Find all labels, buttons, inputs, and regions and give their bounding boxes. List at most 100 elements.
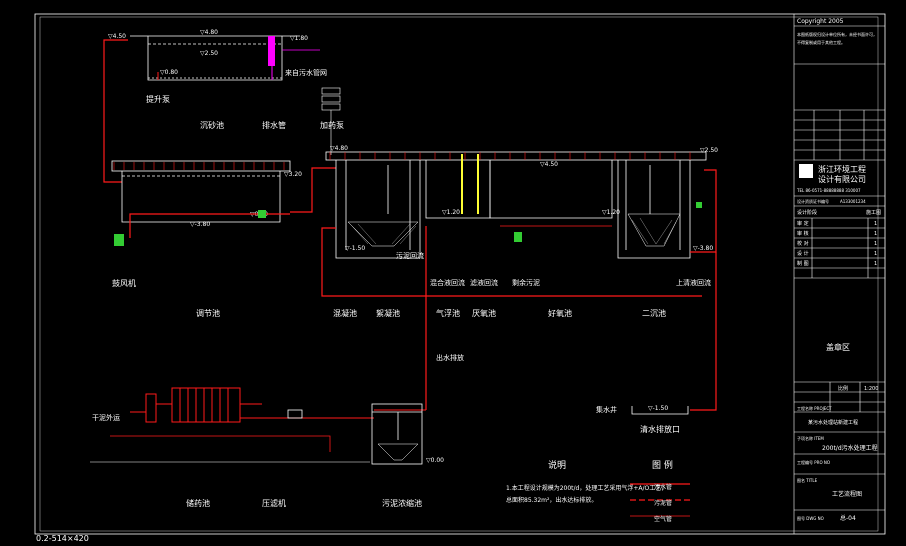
signer-role: 校 对 — [797, 240, 809, 247]
unit-label: 絮凝池 — [376, 308, 400, 318]
copyright: Copyright 2005 — [797, 18, 844, 25]
elev-label: ▽-1.50 — [345, 245, 365, 252]
unit-label: 污泥浓缩池 — [382, 498, 422, 508]
hopper-hatch — [627, 213, 681, 247]
elev-label: ▽1.20 — [442, 209, 460, 216]
cert-label: 设计资质证书编号 — [797, 198, 829, 204]
main-treatment-tank — [325, 151, 707, 259]
title-block — [793, 14, 885, 534]
sludge-pipe — [690, 169, 717, 253]
drawing-title: 工艺流程图 — [832, 490, 862, 498]
notes-line: 1.本工程设计规模为200t/d，处理工艺采用气浮+A/O工艺， — [506, 484, 667, 492]
signer-rows: 审 定 1 审 核 1 校 对 1 设 计 1 制 图 1 — [797, 220, 877, 267]
signer-role: 制 图 — [797, 260, 809, 267]
unit-label: 混凝池 — [333, 308, 357, 318]
signer-date: 1 — [874, 241, 877, 247]
unit-label: 干泥外运 — [92, 413, 120, 422]
signer-role: 审 核 — [797, 230, 809, 237]
elev-label: ▽1.80 — [290, 35, 308, 42]
unit-label: 鼓风机 — [112, 278, 136, 288]
item-name: 200t/d污水处理工程 — [822, 444, 878, 452]
elev-label: ▽4.50 — [108, 33, 126, 40]
signer-date: 1 — [874, 251, 877, 257]
copyright-notes: 不得复制或用于其他工程。 — [797, 39, 845, 45]
elev-label: ▽4.50 — [540, 161, 558, 168]
project-name: 某污水处理站新建工程 — [808, 419, 858, 426]
drawing-no-label: 工程编号 PRO NO — [797, 459, 830, 465]
sludge-pipe — [690, 252, 717, 411]
pump-icon — [114, 234, 124, 246]
signer-role: 审 定 — [797, 220, 809, 227]
sludge-thickener — [371, 403, 423, 465]
elev-label: ▽2.50 — [200, 50, 218, 57]
signer-date: 1 — [874, 261, 877, 267]
legend-label: 空气管 — [654, 515, 672, 523]
unit-label: 厌氧池 — [472, 308, 496, 318]
pump-icon — [258, 210, 266, 218]
stage-label: 设计阶段 — [797, 209, 817, 216]
company-address: TEL 86-0571-88888888 310007 — [796, 188, 861, 193]
signer-date: 1 — [874, 231, 877, 237]
scale-label: 比例 — [838, 385, 848, 392]
elev-label: ▽-3.80 — [693, 245, 713, 252]
project-label: 工程名称 PROJECT — [797, 405, 832, 411]
pump-icon — [287, 409, 303, 419]
coord-readout: 0.2-514×420 — [36, 534, 89, 543]
pipe-label: 混合液回流 — [430, 278, 465, 287]
scale-value: 1:200 — [864, 386, 878, 392]
pipe-label: 滤液回流 — [470, 278, 498, 287]
unit-label: 加药泵 — [320, 120, 344, 130]
unit-label: 集水井 — [596, 405, 617, 414]
stage-value: 施工图 — [866, 209, 881, 216]
outer-frame — [34, 13, 886, 535]
elev-label: ▽-3.80 — [190, 221, 210, 228]
item-label: 子项名称 ITEM — [797, 435, 824, 441]
elev-label: ▽0.00 — [426, 457, 444, 464]
title-label: 图名 TITLE — [797, 477, 818, 483]
notes-title: 说明 — [548, 459, 566, 471]
unit-label: 气浮池 — [436, 308, 460, 318]
stamp-area: 盖章区 — [826, 342, 850, 352]
dosing-tube — [268, 36, 275, 66]
copyright-notes: 本图纸版权归设计单位所有，未经书面许可， — [797, 31, 877, 37]
dwg-no-label: 图号 DWG NO — [797, 515, 824, 521]
unit-label: 储药池 — [186, 498, 210, 508]
pipe-label: 来自污水管网 — [285, 68, 327, 77]
hopper-hatch — [347, 221, 419, 247]
pump-icon — [696, 202, 702, 208]
dwg-number: 总-04 — [840, 514, 856, 522]
company-name: 浙江环境工程 — [818, 164, 866, 174]
return-pipe — [110, 435, 331, 452]
pipe-label: 剩余污泥 — [512, 278, 540, 287]
filter-press — [145, 387, 262, 423]
unit-label: 好氧池 — [548, 308, 572, 318]
unit-label: 调节池 — [196, 308, 220, 318]
unit-label: 二沉池 — [642, 308, 666, 318]
elev-label: ▽4.80 — [330, 145, 348, 152]
legend-label: 污水管 — [654, 483, 672, 491]
pump-icon — [514, 232, 522, 242]
signer-date: 1 — [874, 221, 877, 227]
legend-title: 图 例 — [652, 459, 673, 471]
pipe-label: 上清液回流 — [676, 278, 711, 287]
legend-label: 污泥管 — [654, 499, 672, 507]
elev-label: ▽-1.50 — [648, 405, 668, 412]
notes-line: 总面积85.32m²，出水达标排放。 — [506, 496, 597, 504]
company-name: 设计有限公司 — [818, 174, 866, 184]
unit-label: 压滤机 — [262, 498, 286, 508]
elev-label: ▽4.80 — [200, 29, 218, 36]
unit-label: 清水排放口 — [640, 424, 680, 434]
elev-label: ▽1.20 — [602, 209, 620, 216]
pipe-label: 出水排放 — [436, 353, 464, 362]
signer-role: 设 计 — [797, 250, 809, 257]
cert-number: A133001234 — [840, 199, 866, 204]
elev-label: ▽3.20 — [284, 171, 302, 178]
elev-label: ▽0.80 — [160, 69, 178, 76]
company-logo — [799, 164, 813, 178]
unit-label: 排水管 — [262, 120, 286, 130]
cad-drawing: 0.2-514×420 ▽4.80 ▽4.50 ▽2.50 ▽0.80 ▽1.8… — [34, 13, 886, 543]
pipe-label: 污泥回流 — [396, 251, 424, 260]
unit-label: 提升泵 — [146, 94, 170, 104]
unit-label: 沉砂池 — [200, 120, 224, 130]
elev-label: ▽2.50 — [700, 147, 718, 154]
